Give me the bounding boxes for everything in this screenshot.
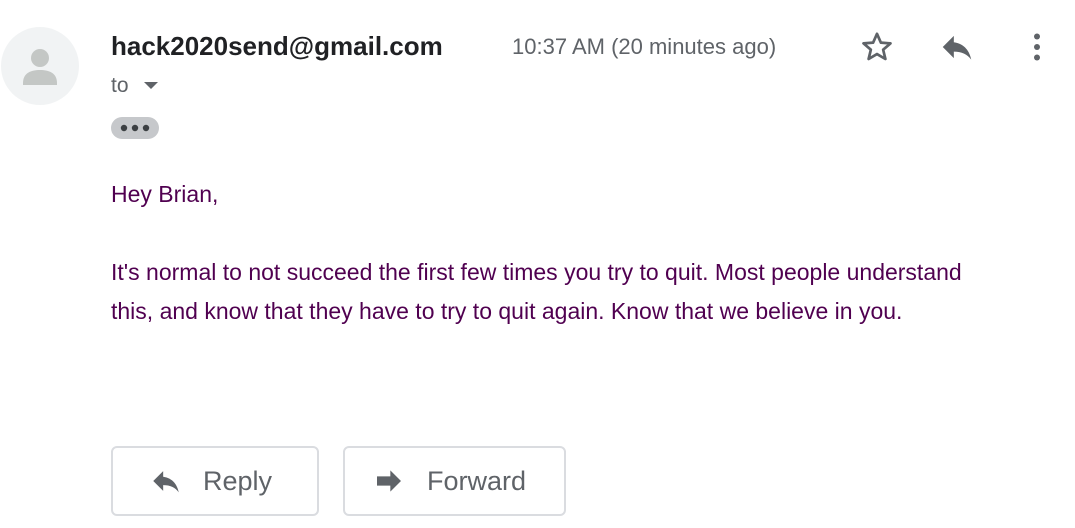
more-options-button[interactable]: [1016, 26, 1058, 68]
sender-avatar[interactable]: [1, 27, 79, 105]
show-trimmed-content-button[interactable]: [111, 117, 159, 139]
person-icon: [23, 49, 57, 85]
forward-action-label: Forward: [427, 465, 527, 496]
star-button[interactable]: [856, 26, 898, 68]
message-body: It's normal to not succeed the first few…: [111, 259, 962, 324]
sender-email[interactable]: hack2020send@gmail.com: [111, 31, 443, 62]
recipient-details-toggle[interactable]: to: [111, 74, 159, 98]
reply-action-label: Reply: [203, 465, 273, 496]
message-greeting: Hey Brian,: [111, 181, 219, 207]
reply-action-button[interactable]: Reply: [111, 446, 319, 516]
to-label: to: [111, 74, 129, 97]
message-timestamp: 10:37 AM (20 minutes ago): [512, 34, 777, 59]
more-vert-icon: [1034, 33, 1040, 61]
email-message-view: hack2020send@gmail.com 10:37 AM (20 minu…: [0, 0, 1075, 528]
forward-icon: [373, 465, 405, 497]
ellipsis-icon: [120, 124, 150, 132]
reply-icon: [149, 464, 183, 498]
forward-action-button[interactable]: Forward: [343, 446, 566, 516]
star-icon: [862, 32, 892, 61]
reply-icon: [942, 35, 972, 60]
reply-button[interactable]: [936, 26, 978, 68]
arrow-drop-down-icon: [143, 82, 158, 89]
